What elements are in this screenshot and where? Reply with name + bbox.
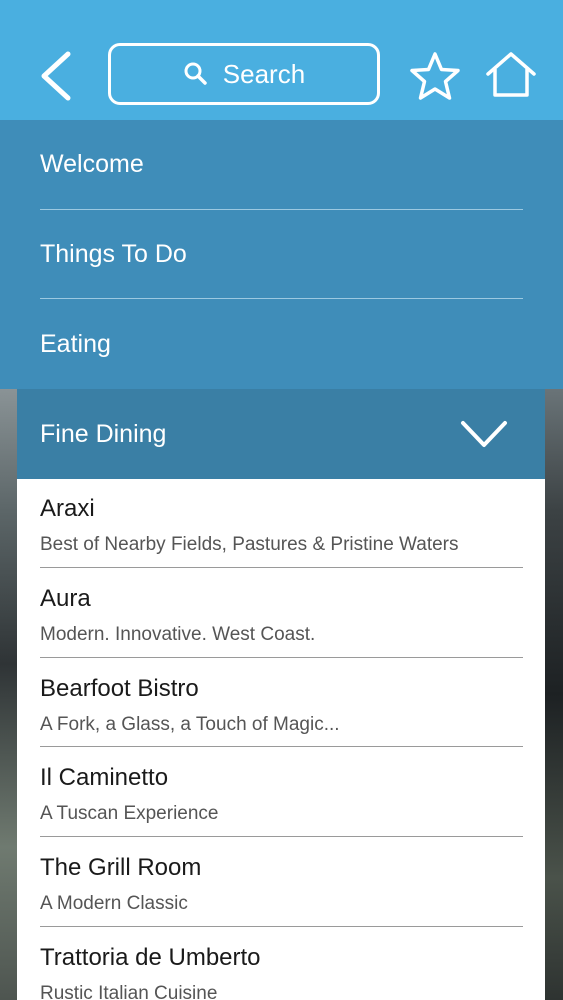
restaurant-name: Trattoria de Umberto <box>40 944 261 971</box>
star-icon <box>410 52 460 100</box>
favorites-button[interactable] <box>408 50 462 102</box>
home-button[interactable] <box>484 50 538 100</box>
top-bar: Search <box>0 0 563 120</box>
restaurant-tagline: Best of Nearby Fields, Pastures & Pristi… <box>40 534 459 555</box>
restaurant-name: Il Caminetto <box>40 764 169 791</box>
restaurant-name: Bearfoot Bistro <box>40 675 199 702</box>
menu-item-label: Eating <box>40 330 111 358</box>
chevron-down-icon <box>461 421 507 447</box>
navigation-menu: Welcome Things To Do Eating <box>0 120 563 389</box>
menu-item-eating[interactable]: Eating <box>40 300 523 389</box>
search-icon <box>183 61 209 87</box>
section-label: Fine Dining <box>40 419 167 448</box>
search-input[interactable]: Search <box>108 43 380 105</box>
menu-item-welcome[interactable]: Welcome <box>40 120 523 209</box>
menu-item-label: Welcome <box>40 150 144 178</box>
chevron-left-icon <box>41 51 71 101</box>
list-item[interactable]: Aura Modern. Innovative. West Coast. <box>40 569 523 658</box>
home-icon <box>486 52 536 97</box>
menu-item-things-to-do[interactable]: Things To Do <box>40 210 523 299</box>
list-divider <box>40 746 523 747</box>
background-photo-left-edge <box>0 389 17 1000</box>
list-divider <box>40 836 523 837</box>
list-item[interactable]: Trattoria de Umberto Rustic Italian Cuis… <box>40 928 523 1000</box>
list-divider <box>40 657 523 658</box>
restaurant-tagline: A Tuscan Experience <box>40 803 219 824</box>
list-item[interactable]: Bearfoot Bistro A Fork, a Glass, a Touch… <box>40 659 523 748</box>
list-divider <box>40 567 523 568</box>
restaurant-name: The Grill Room <box>40 854 202 881</box>
menu-divider <box>40 298 523 299</box>
restaurant-name: Araxi <box>40 495 95 522</box>
back-button[interactable] <box>34 48 80 104</box>
restaurant-name: Aura <box>40 585 91 612</box>
list-item[interactable]: The Grill Room A Modern Classic <box>40 838 523 927</box>
list-divider <box>40 926 523 927</box>
restaurant-list: Araxi Best of Nearby Fields, Pastures & … <box>17 479 545 1000</box>
restaurant-tagline: A Modern Classic <box>40 893 188 914</box>
menu-item-label: Things To Do <box>40 240 187 268</box>
section-header-fine-dining[interactable]: Fine Dining <box>17 389 545 479</box>
search-placeholder: Search <box>222 58 306 89</box>
restaurant-tagline: A Fork, a Glass, a Touch of Magic... <box>40 714 340 735</box>
restaurant-tagline: Rustic Italian Cuisine <box>40 983 218 1000</box>
restaurant-tagline: Modern. Innovative. West Coast. <box>40 624 316 645</box>
list-item[interactable]: Araxi Best of Nearby Fields, Pastures & … <box>40 479 523 568</box>
list-item[interactable]: Il Caminetto A Tuscan Experience <box>40 748 523 837</box>
background-photo-right-edge <box>545 389 563 1000</box>
